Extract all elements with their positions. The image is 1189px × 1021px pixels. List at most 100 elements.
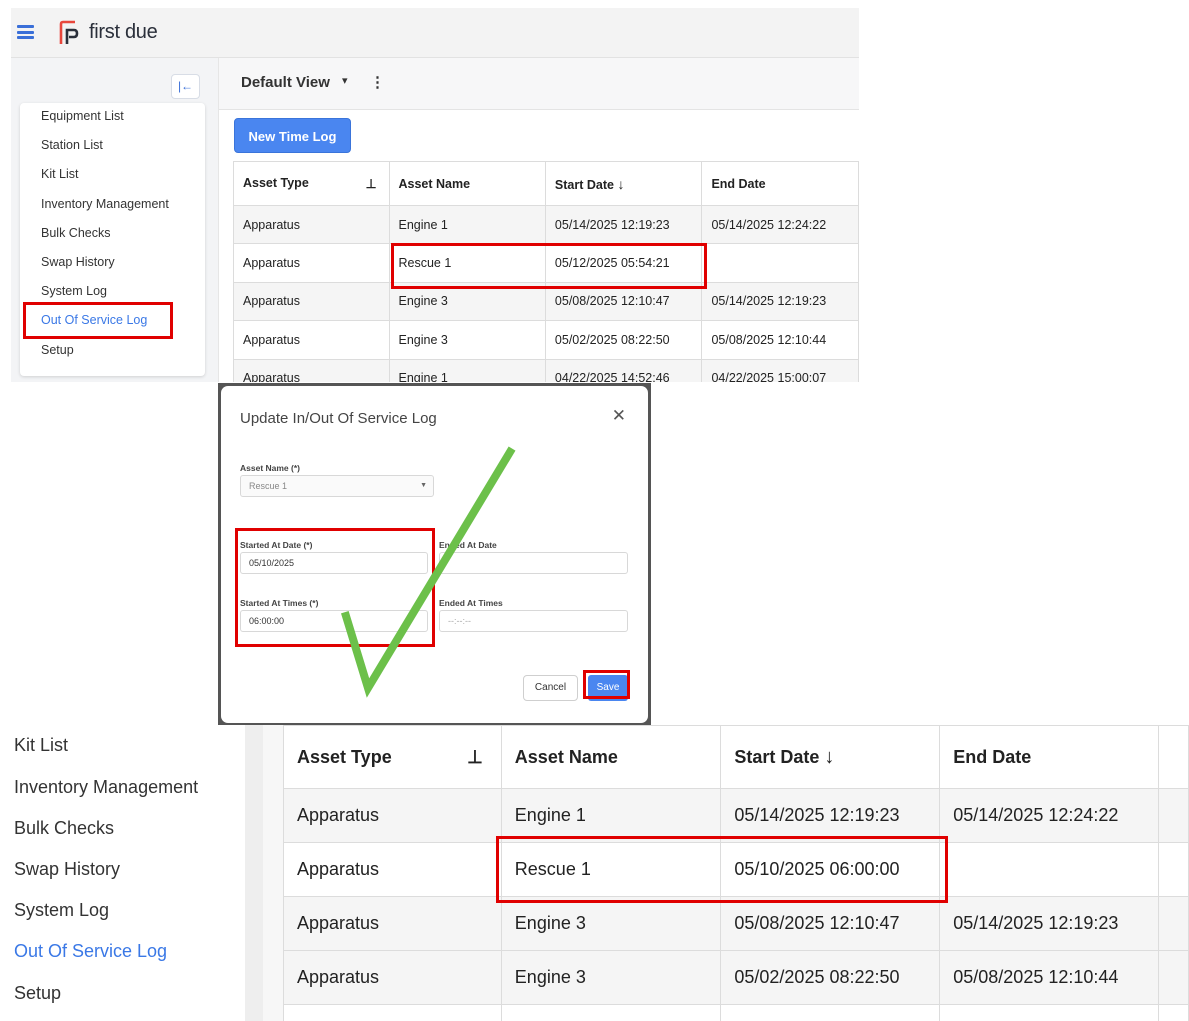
cell-end-date: 05/08/2025 12:10:44 — [701, 320, 859, 360]
cell-start-date: 05/02/2025 08:22:50 — [544, 320, 703, 360]
column-header-end-date[interactable]: End Date — [939, 725, 1160, 789]
bottom-screenshot: Kit List Inventory Management Bulk Check… — [0, 725, 1189, 1021]
sidebar-item-system-log[interactable]: System Log — [41, 284, 107, 298]
sidebar: |← Equipment List Station List Kit List … — [11, 58, 218, 382]
sidebar-item-out-of-service-log[interactable]: Out Of Service Log — [14, 941, 167, 962]
sidebar-item-inventory-management[interactable]: Inventory Management — [41, 197, 169, 211]
chevron-down-icon[interactable]: ▾ — [342, 74, 348, 87]
cell-end-date: 05/14/2025 12:24:22 — [701, 204, 859, 245]
modal-screenshot: Update In/Out Of Service Log ✕ Asset Nam… — [218, 383, 651, 726]
sort-descending-icon: ↓ — [824, 745, 835, 768]
content-gutter — [263, 725, 283, 1021]
cell-end-date — [939, 842, 1160, 897]
cell-extra — [1158, 788, 1189, 843]
table-row[interactable]: Apparatus Engine 1 05/14/2025 12:19:23 0… — [283, 788, 1189, 843]
top-screenshot: first due |← Equipment List Station List… — [11, 8, 859, 382]
cell-start-date: 05/14/2025 12:19:23 — [720, 788, 941, 843]
cell-end-date: 05/08/2025 12:10:44 — [939, 950, 1160, 1005]
highlight-box — [496, 836, 948, 903]
sort-descending-icon: ↓ — [617, 175, 625, 192]
cell-asset-type: Apparatus — [283, 788, 502, 843]
ended-date-field[interactable] — [439, 552, 628, 574]
column-header-asset-type[interactable]: Asset Type ⊥ — [283, 725, 502, 789]
column-header-asset-name[interactable]: Asset Name — [500, 725, 722, 789]
view-bar: Default View ▾ ⋮ — [219, 58, 859, 110]
sidebar-item-inventory-management[interactable]: Inventory Management — [14, 777, 198, 798]
sidebar-item-swap-history[interactable]: Swap History — [41, 255, 115, 269]
cell-start-date: 05/08/2025 12:10:47 — [720, 896, 941, 951]
column-header-asset-name[interactable]: Asset Name — [388, 161, 546, 206]
chevron-down-icon: ▼ — [420, 482, 427, 489]
ended-time-field[interactable]: --:--:-- — [439, 610, 628, 632]
cell-asset-name: Engine 3 — [500, 896, 722, 951]
cell-end-date — [701, 243, 859, 283]
view-selector[interactable]: Default View — [241, 74, 330, 91]
highlight-box — [235, 528, 435, 647]
ended-date-label: Ended At Date — [439, 540, 497, 550]
table-row[interactable] — [283, 1004, 1189, 1021]
collapse-sidebar-icon[interactable]: |← — [171, 74, 200, 99]
asset-name-select[interactable]: Rescue 1 ▼ — [240, 475, 434, 497]
highlight-box — [23, 302, 173, 339]
table-row[interactable]: Apparatus Engine 3 05/02/2025 08:22:50 0… — [283, 950, 1189, 1005]
cell-asset-name: Engine 3 — [500, 950, 722, 1005]
cancel-button[interactable]: Cancel — [523, 675, 578, 701]
cell-asset-type: Apparatus — [233, 243, 390, 283]
logo-text: first due — [89, 21, 158, 43]
cell-end-date: 05/14/2025 12:19:23 — [939, 896, 1160, 951]
pin-icon[interactable]: ⊥ — [467, 747, 483, 768]
dialog-title: Update In/Out Of Service Log — [240, 410, 437, 427]
cell-asset-name: Engine 3 — [388, 320, 546, 360]
sidebar-item-swap-history[interactable]: Swap History — [14, 859, 120, 880]
table-row[interactable]: Apparatus Engine 1 04/22/2025 14:52:46 0… — [233, 358, 859, 382]
top-bar: first due — [11, 8, 859, 58]
sidebar-item-setup[interactable]: Setup — [14, 983, 61, 1004]
cell-extra — [1158, 950, 1189, 1005]
cell-start-date: 05/14/2025 12:19:23 — [544, 204, 703, 245]
sidebar-item-bulk-checks[interactable]: Bulk Checks — [41, 226, 110, 240]
first-due-logo-icon — [59, 20, 79, 44]
sidebar-item-system-log[interactable]: System Log — [14, 900, 109, 921]
sidebar-item-equipment-list[interactable]: Equipment List — [41, 109, 124, 123]
highlight-box — [583, 670, 630, 699]
sidebar-item-bulk-checks[interactable]: Bulk Checks — [14, 818, 114, 839]
cell-start-date: 05/02/2025 08:22:50 — [720, 950, 941, 1005]
cell-end-date: 04/22/2025 15:00:07 — [701, 358, 859, 382]
sidebar-item-kit-list[interactable]: Kit List — [14, 735, 68, 756]
more-vertical-icon[interactable]: ⋮ — [370, 73, 385, 91]
cell-end-date: 05/14/2025 12:24:22 — [939, 788, 1160, 843]
close-icon[interactable]: ✕ — [612, 406, 626, 426]
main-content: Default View ▾ ⋮ New Time Log Asset Type… — [218, 58, 859, 382]
table-row[interactable]: Apparatus Engine 3 05/02/2025 08:22:50 0… — [233, 320, 859, 360]
cell-asset-name: Engine 1 — [500, 788, 722, 843]
cell-asset-type: Apparatus — [233, 320, 390, 360]
sidebar-item-station-list[interactable]: Station List — [41, 138, 103, 152]
asset-name-label: Asset Name (*) — [240, 463, 300, 473]
highlight-box — [391, 243, 707, 289]
hamburger-menu-icon[interactable] — [17, 25, 34, 39]
column-header-start-date[interactable]: Start Date ↓ — [544, 161, 703, 206]
column-header-asset-type[interactable]: Asset Type ⊥ — [233, 161, 390, 206]
sidebar-divider — [245, 725, 263, 1021]
cell-asset-type: Apparatus — [233, 204, 390, 245]
cell-asset-name: Engine 1 — [388, 204, 546, 245]
column-header-end-date[interactable]: End Date — [701, 161, 859, 206]
pin-icon[interactable]: ⊥ — [366, 176, 377, 191]
cell-asset-type: Apparatus — [233, 281, 390, 322]
cell-end-date: 05/14/2025 12:19:23 — [701, 281, 859, 322]
new-time-log-button[interactable]: New Time Log — [234, 118, 351, 153]
column-header-start-date[interactable]: Start Date ↓ — [720, 725, 941, 789]
cell-asset-name: Engine 1 — [388, 358, 546, 382]
cell-asset-type: Apparatus — [283, 896, 502, 951]
column-header-extra — [1158, 725, 1189, 789]
cell-asset-type: Apparatus — [233, 358, 390, 382]
cell-asset-type: Apparatus — [283, 842, 502, 897]
cell-start-date: 04/22/2025 14:52:46 — [544, 358, 703, 382]
table-row[interactable]: Apparatus Engine 1 05/14/2025 12:19:23 0… — [233, 204, 859, 245]
table-row[interactable]: Apparatus Engine 3 05/08/2025 12:10:47 0… — [283, 896, 1189, 951]
sidebar-item-kit-list[interactable]: Kit List — [41, 167, 79, 181]
cell-asset-type: Apparatus — [283, 950, 502, 1005]
cell-extra — [1158, 896, 1189, 951]
sidebar-item-setup[interactable]: Setup — [41, 343, 74, 357]
ended-time-label: Ended At Times — [439, 598, 503, 608]
